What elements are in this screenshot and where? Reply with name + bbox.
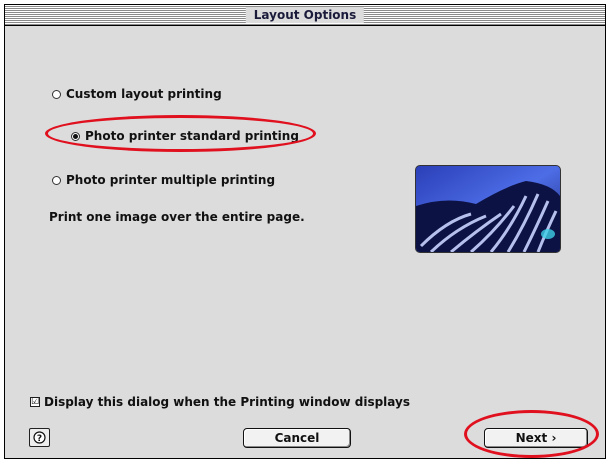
title-bar[interactable]: Layout Options bbox=[5, 5, 605, 26]
checkbox[interactable]: ☑ bbox=[30, 397, 40, 407]
help-button[interactable]: ? bbox=[29, 428, 50, 447]
checkbox-label: Display this dialog when the Printing wi… bbox=[44, 395, 410, 409]
option-custom-layout[interactable]: Custom layout printing bbox=[52, 87, 222, 101]
option-label: Photo printer multiple printing bbox=[66, 173, 276, 187]
display-dialog-option[interactable]: ☑ Display this dialog when the Printing … bbox=[30, 395, 410, 409]
cancel-button[interactable]: Cancel bbox=[243, 428, 351, 448]
radio-button[interactable] bbox=[52, 89, 61, 99]
option-description: Print one image over the entire page. bbox=[49, 210, 305, 224]
radio-button[interactable] bbox=[52, 175, 61, 185]
highlight-ellipse bbox=[45, 115, 316, 152]
dialog-window: Layout Options Custom layout printing Ph… bbox=[4, 4, 606, 459]
option-label: Custom layout printing bbox=[66, 87, 222, 101]
svg-text:?: ? bbox=[37, 434, 42, 444]
help-icon: ? bbox=[33, 431, 46, 444]
zebra-photo-graphic bbox=[416, 166, 560, 252]
option-multiple-printing[interactable]: Photo printer multiple printing bbox=[52, 173, 275, 187]
highlight-ellipse bbox=[464, 410, 599, 458]
zebra-photo-icon bbox=[415, 165, 561, 253]
window-title: Layout Options bbox=[245, 7, 365, 23]
